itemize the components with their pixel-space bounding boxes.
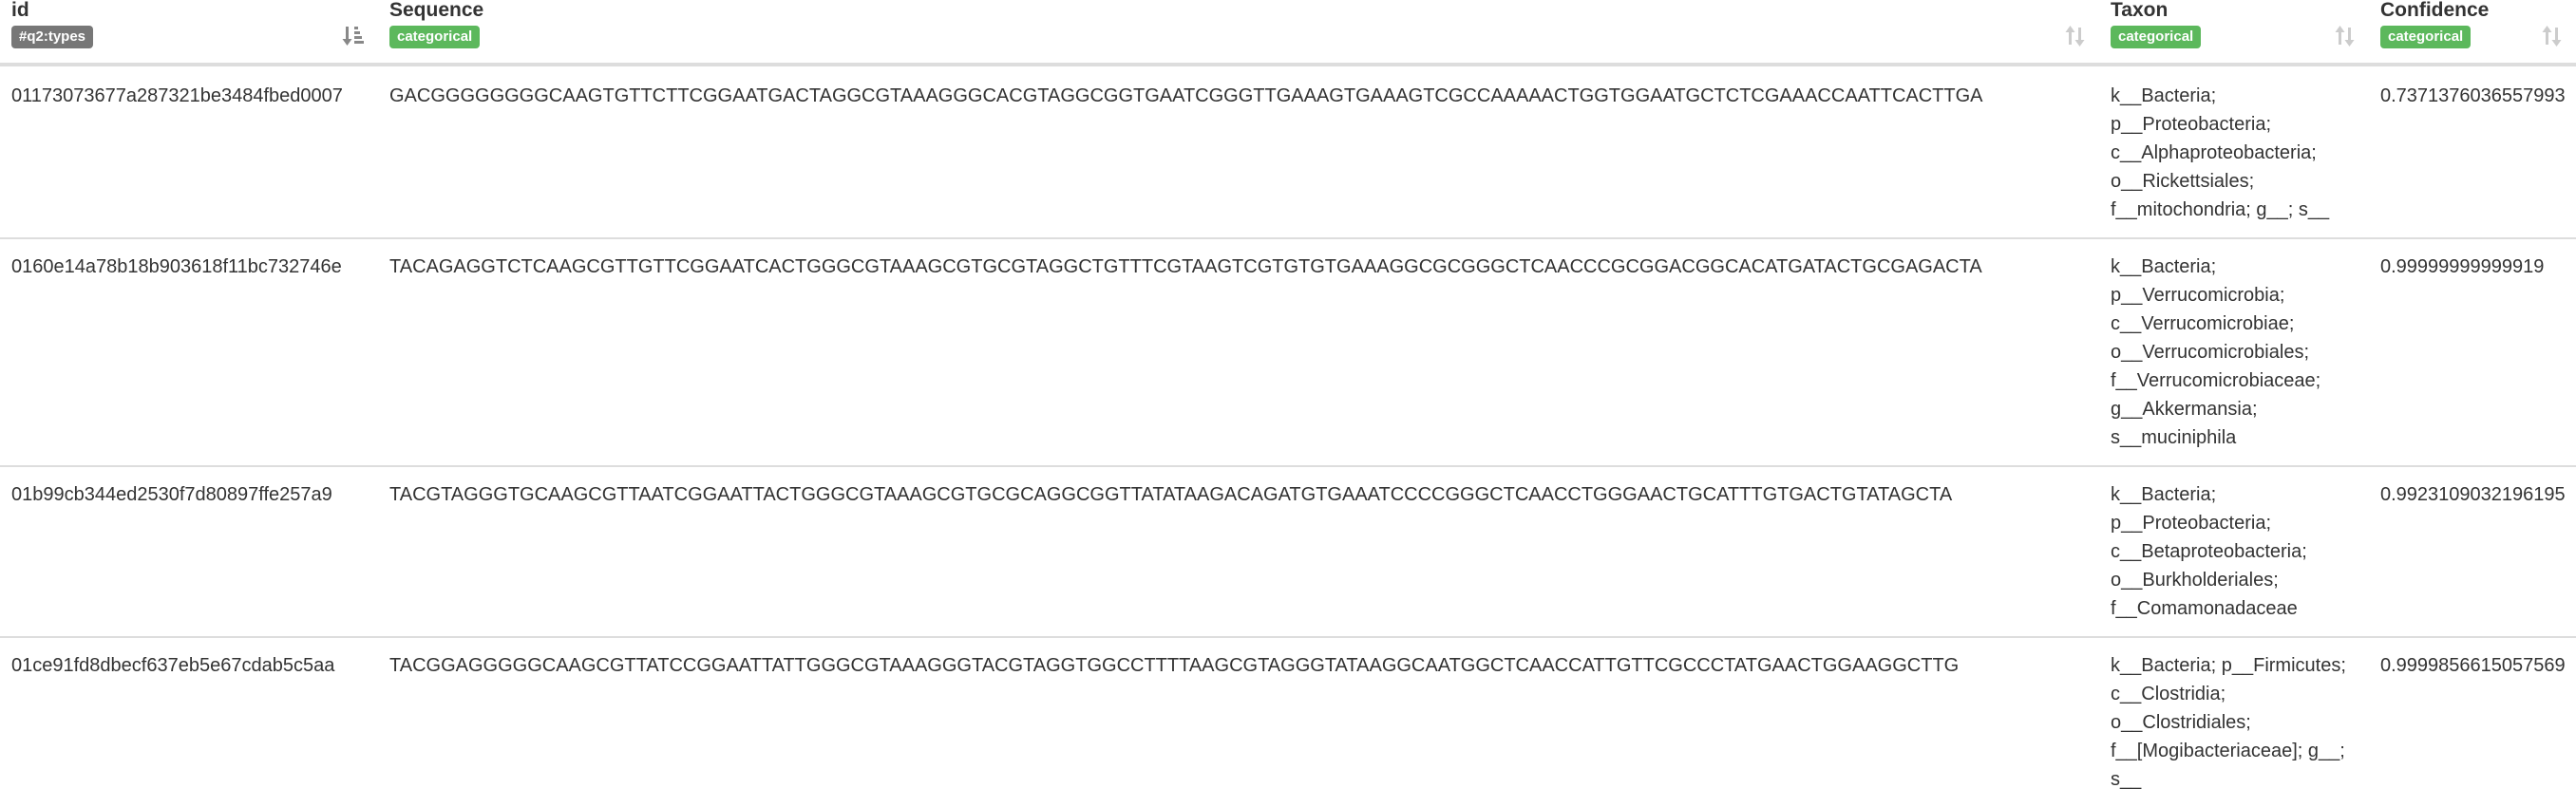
table-header: id #q2:types Sequence categorical Taxon …: [0, 0, 2576, 66]
column-title: id: [11, 0, 29, 21]
column-title: Sequence: [389, 0, 484, 21]
table-row: 01ce91fd8dbecf637eb5e67cdab5c5aa TACGGAG…: [0, 636, 2576, 807]
table-row: 01b99cb344ed2530f7d80897ffe257a9 TACGTAG…: [0, 465, 2576, 637]
cell-confidence: 0.99999999999919: [2369, 237, 2576, 466]
sort-amount-down-icon[interactable]: [342, 25, 367, 47]
column-header-sequence[interactable]: Sequence categorical: [378, 0, 2099, 66]
cell-id: 0160e14a78b18b903618f11bc732746e: [0, 237, 378, 466]
cell-confidence: 0.9999856615057569: [2369, 636, 2576, 807]
column-title: Taxon: [2111, 0, 2169, 21]
table-row: 01173073677a287321be3484fbed0007 GACGGGG…: [0, 65, 2576, 238]
cell-confidence: 0.7371376036557993: [2380, 85, 2566, 106]
cell-sequence: TACAGAGGTCTCAAGCGTTGTTCGGAATCACTGGGCGTAA…: [378, 237, 2099, 466]
cell-sequence: TACGGAGGGGGCAAGCGTTATCCGGAATTATTGGGCGTAA…: [378, 636, 2099, 807]
cell-taxon: k__Bacteria; p__Proteobacteria; c__Alpha…: [2111, 85, 2330, 220]
cell-id: 01ce91fd8dbecf637eb5e67cdab5c5aa: [0, 636, 378, 807]
cell-confidence: 0.9923109032196195: [2369, 465, 2576, 637]
type-badge: categorical: [2111, 26, 2202, 48]
cell-taxon: k__Bacteria; p__Verrucomicrobia; c__Verr…: [2099, 237, 2369, 466]
cell-sequence: TACGTAGGGTGCAAGCGTTAATCGGAATTACTGGGCGTAA…: [378, 465, 2099, 637]
sort-icon[interactable]: [2333, 25, 2358, 47]
table-body: 01173073677a287321be3484fbed0007 GACGGGG…: [0, 65, 2576, 807]
type-badge: #q2:types: [11, 26, 94, 48]
cell-taxon: k__Bacteria; p__Firmicutes; c__Clostridi…: [2099, 636, 2369, 807]
cell-sequence: GACGGGGGGGGCAAGTGTTCTTCGGAATGACTAGGCGTAA…: [389, 85, 1983, 106]
sort-icon[interactable]: [2540, 25, 2565, 47]
sort-icon[interactable]: [2063, 25, 2088, 47]
type-badge: categorical: [2380, 26, 2472, 48]
column-header-confidence[interactable]: Confidence categorical: [2369, 0, 2576, 66]
feature-table: id #q2:types Sequence categorical Taxon …: [0, 0, 2576, 807]
type-badge: categorical: [389, 26, 481, 48]
cell-taxon: k__Bacteria; p__Proteobacteria; c__Betap…: [2099, 465, 2369, 637]
column-title: Confidence: [2380, 0, 2490, 21]
header-row: id #q2:types Sequence categorical Taxon …: [0, 0, 2576, 66]
cell-id: 01b99cb344ed2530f7d80897ffe257a9: [0, 465, 378, 637]
column-header-taxon[interactable]: Taxon categorical: [2099, 0, 2369, 66]
cell-id: 01173073677a287321be3484fbed0007: [11, 85, 343, 106]
table-row: 0160e14a78b18b903618f11bc732746e TACAGAG…: [0, 237, 2576, 466]
column-header-id[interactable]: id #q2:types: [0, 0, 378, 66]
